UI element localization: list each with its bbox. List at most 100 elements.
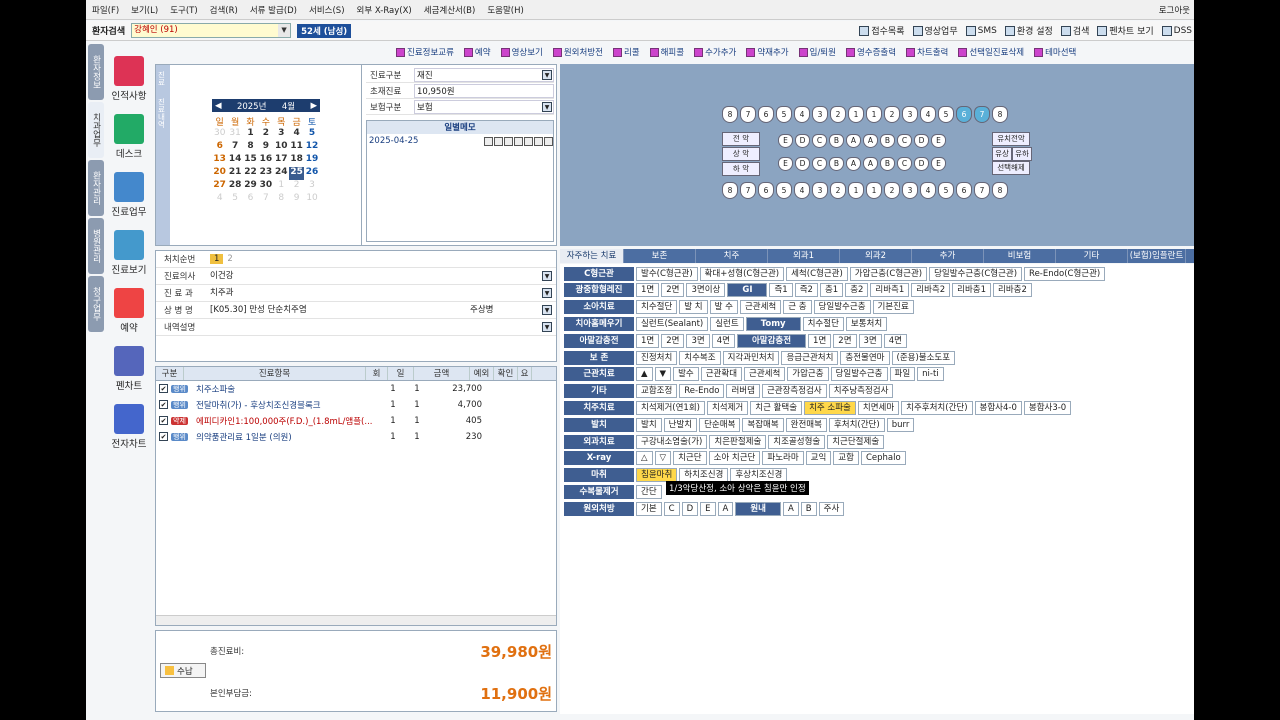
- treatment-button[interactable]: 2면: [661, 333, 685, 348]
- treatment-button[interactable]: 충1: [819, 283, 844, 298]
- tab[interactable]: 보존: [624, 249, 696, 263]
- menu-item[interactable]: 도구(T): [164, 4, 203, 16]
- dx-select[interactable]: [K05.30] 만성 단순치주염 주상병 ▼: [208, 303, 552, 318]
- chevron-down-icon[interactable]: ▼: [542, 69, 552, 80]
- treatment-button[interactable]: 가압근충(C형근관): [849, 266, 928, 281]
- menu-item[interactable]: 파일(F): [86, 4, 125, 16]
- treatment-button[interactable]: 진정처치: [636, 350, 678, 365]
- tooth[interactable]: D: [795, 157, 810, 171]
- treatment-button[interactable]: 하치조신경: [679, 468, 729, 483]
- treatment-button[interactable]: 실런트(Sealant): [636, 316, 709, 331]
- category-button[interactable]: 아말감충전: [736, 333, 807, 348]
- tooth[interactable]: A: [846, 134, 861, 148]
- calendar-day[interactable]: 2: [258, 128, 273, 141]
- tooth[interactable]: 4: [920, 182, 936, 199]
- memo-action-icon[interactable]: [484, 136, 493, 146]
- table-header-cell[interactable]: 예외: [470, 367, 494, 380]
- treatment-button[interactable]: ▼: [654, 367, 672, 382]
- calendar-day[interactable]: 22: [243, 167, 258, 180]
- treatment-button[interactable]: 소아 치근단: [708, 451, 761, 466]
- tooth[interactable]: 6: [758, 106, 774, 123]
- calendar-day[interactable]: 1: [274, 180, 289, 193]
- tooth[interactable]: E: [931, 157, 946, 171]
- tooth[interactable]: 7: [974, 182, 990, 199]
- calendar-day[interactable]: 20: [212, 167, 227, 180]
- seq-1-button[interactable]: 1: [210, 253, 224, 264]
- row-checkbox[interactable]: ✔: [159, 384, 168, 393]
- calendar-day[interactable]: 13: [212, 154, 227, 167]
- visit-value-field[interactable]: 재진 ▼: [414, 67, 554, 82]
- calendar-day[interactable]: 18: [289, 154, 304, 167]
- table-row[interactable]: ✔ 행위 의약품관리료 1일분 (의원) 1 1 230: [156, 429, 556, 445]
- tooth[interactable]: C: [897, 157, 912, 171]
- tooth[interactable]: E: [778, 157, 793, 171]
- calendar-day[interactable]: 25: [288, 167, 305, 180]
- treatment-button[interactable]: 발수(C형근관): [636, 266, 698, 281]
- chevron-down-icon[interactable]: ▼: [542, 101, 552, 112]
- treatment-button[interactable]: 주사: [818, 501, 845, 516]
- toolbar-button[interactable]: 약재추가: [746, 46, 789, 58]
- tooth[interactable]: 2: [884, 182, 900, 199]
- treatment-button[interactable]: 세척(C형근관): [786, 266, 848, 281]
- tooth[interactable]: 2: [884, 106, 900, 123]
- calendar-day[interactable]: 3: [274, 128, 289, 141]
- nav-item[interactable]: 진료보기: [106, 218, 152, 276]
- next-month-icon[interactable]: ▶: [310, 101, 317, 111]
- tooth[interactable]: 4: [794, 106, 810, 123]
- tooth[interactable]: 4: [920, 106, 936, 123]
- treatment-button[interactable]: 리바충1: [952, 283, 992, 298]
- tooth[interactable]: 8: [722, 182, 738, 199]
- treatment-button[interactable]: 치수절단: [802, 316, 844, 331]
- toolbar-button[interactable]: 해피콜: [649, 46, 684, 58]
- menu-item[interactable]: 도움말(H): [481, 4, 529, 16]
- treatment-button[interactable]: Re-Endo(C형근관): [1024, 266, 1106, 281]
- desc-select[interactable]: ▼: [208, 320, 552, 335]
- calendar-day[interactable]: 30: [258, 180, 273, 193]
- treatment-button[interactable]: 간단: [636, 484, 662, 499]
- primary-jaw-button[interactable]: 선택해제: [992, 161, 1030, 175]
- calendar-day[interactable]: 6: [243, 193, 258, 206]
- calendar-day[interactable]: 1: [243, 128, 258, 141]
- calendar-day[interactable]: 9: [289, 193, 304, 206]
- treatment-button[interactable]: 4면: [883, 333, 907, 348]
- calendar-day[interactable]: 11: [289, 141, 304, 154]
- memo-action-icon[interactable]: [494, 136, 503, 146]
- memo-row[interactable]: 2025-04-25: [367, 134, 553, 148]
- treatment-button[interactable]: 3면이상: [686, 283, 726, 298]
- table-header-cell[interactable]: 요: [518, 367, 532, 380]
- calendar-day[interactable]: 17: [274, 154, 289, 167]
- treatment-button[interactable]: 3면: [858, 333, 882, 348]
- toolbar-button[interactable]: 입/퇴원: [798, 46, 836, 58]
- treatment-button[interactable]: 1면: [636, 283, 660, 298]
- table-header-cell[interactable]: 금액: [414, 367, 470, 380]
- tab[interactable]: 치주: [696, 249, 768, 263]
- treatment-button[interactable]: △: [636, 451, 653, 466]
- memo-action-icon[interactable]: [544, 136, 553, 146]
- treatment-button[interactable]: 치주 소파술: [804, 400, 856, 415]
- table-row[interactable]: ✔ 행위 치주소파술 1 1 23,700: [156, 381, 556, 397]
- toolbar-button[interactable]: 차트출력: [906, 46, 948, 58]
- nav-item[interactable]: 예약: [106, 276, 152, 334]
- tooth[interactable]: 6: [956, 182, 972, 199]
- top-toolbar-button[interactable]: SMS: [965, 24, 997, 37]
- row-checkbox[interactable]: ✔: [159, 400, 168, 409]
- treatment-button[interactable]: 치면세마: [857, 400, 900, 415]
- tooth[interactable]: 2: [830, 106, 846, 123]
- treatment-button[interactable]: 교익: [805, 451, 832, 466]
- toolbar-button[interactable]: 영상보기: [500, 46, 543, 58]
- tab[interactable]: 기타: [1056, 249, 1128, 263]
- pay-button[interactable]: 수납: [160, 663, 206, 678]
- calendar-day[interactable]: 2: [289, 180, 304, 193]
- treatment-button[interactable]: 근관장측정검사: [761, 384, 827, 399]
- treatment-button[interactable]: 근관세척: [739, 300, 782, 315]
- tooth[interactable]: 8: [992, 106, 1008, 123]
- chevron-down-icon[interactable]: ▼: [278, 24, 291, 37]
- tab[interactable]: 외과1: [768, 249, 840, 263]
- nav-item[interactable]: 데스크: [106, 102, 152, 160]
- tooth[interactable]: 8: [992, 182, 1008, 199]
- treatment-button[interactable]: 1면: [808, 333, 832, 348]
- vertical-tab[interactable]: 환자정보: [88, 44, 104, 100]
- tab[interactable]: (보험)임플란트: [1128, 249, 1186, 263]
- dept-select[interactable]: 치주과 ▼: [208, 286, 552, 301]
- tooth[interactable]: 6: [956, 106, 972, 123]
